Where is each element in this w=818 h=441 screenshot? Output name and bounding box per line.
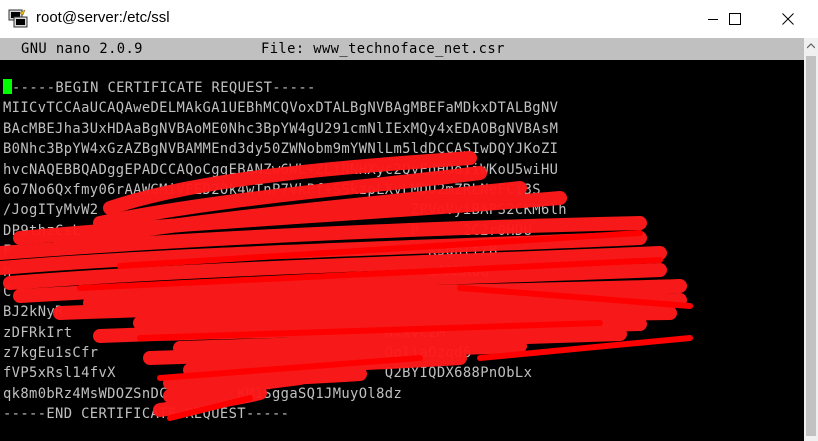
file-line: F Ksghlf/B [3,243,498,260]
file-line: 6o7No6Qxfmy06rAAWGMiVFED2Ok4wTnP7VkPf+SS… [3,181,541,198]
file-line: MIICvTCCAaUCAQAweDELMAkGA1UEBhMCQVoxDTAL… [3,100,559,117]
file-line-text: -----BEGIN CERTIFICATE REQUEST----- [12,80,316,96]
file-line: C [3,283,463,300]
maximize-button[interactable] [712,0,758,38]
nano-version: GNU nano 2.0.9 [21,41,143,57]
terminal-area[interactable]: GNU nano 2.0.9 File: www_technoface_net.… [0,38,804,441]
file-line: -----END CERTIFICATE REQUEST----- [3,406,290,423]
file-line: z7kgEu1sCfr OqljaOzqd6 [3,345,472,362]
file-line: B0Nhc3BpYW4xGzAZBgNVBAMMEnd3dy50ZWNobm9m… [3,141,559,158]
file-line: BJ2kNyR [3,304,481,321]
file-line: qk8m0bRz4MsWDOZSnDC KM1SggaSQ1JMuyOl8dz [3,385,403,402]
nano-header: GNU nano 2.0.9 File: www_technoface_net.… [0,38,804,60]
title-bar: root@server:/etc/ssl [0,0,818,38]
file-line: /JogITyMvW2 ZPVoVyiBAPS2CKM6lh [3,202,567,219]
maximize-icon [729,13,741,25]
file-line: hvcNAQEBBQADggEPADCCAQoCggEBANZw6WL+ZLiN… [3,161,559,178]
putty-icon[interactable] [8,9,28,29]
file-line: -----BEGIN CERTIFICATE REQUEST----- [3,78,567,98]
scrollbar-thumb[interactable] [806,56,816,436]
file-line: BAcMBEJha3UxHDAaBgNVBAoME0Nhc3BpYW4gU291… [3,120,559,137]
window-title: root@server:/etc/ssl [36,9,170,26]
file-line: h aAAMA0G [3,263,489,280]
scroll-up-button[interactable] [804,38,818,54]
file-line: DP9thzCsL P 2C2r0HDU [3,222,533,239]
chevron-up-icon [807,43,815,49]
close-button[interactable] [765,0,811,38]
nano-filename: File: www_technoface_net.csr [261,41,505,57]
text-cursor [3,79,12,94]
close-icon [782,13,794,25]
vertical-scrollbar[interactable] [804,38,818,441]
file-line: fVP5xRsl14fvX Q2BYIQDX688PnObLx [3,365,533,382]
file-content[interactable]: -----BEGIN CERTIFICATE REQUEST----- MIIC… [3,78,567,425]
file-line: zDFRkIrt Nxxvc2M [3,324,446,341]
